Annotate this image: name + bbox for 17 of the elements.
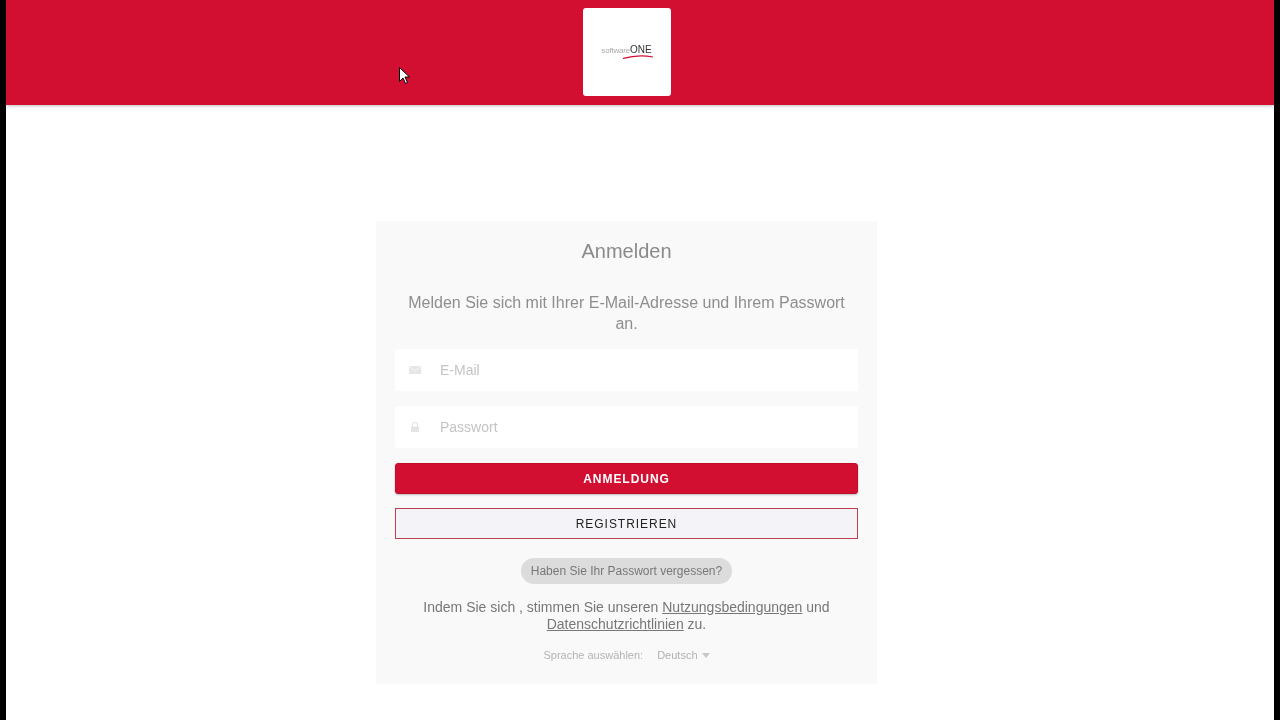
caret-icon [701, 652, 710, 658]
logo-text: softwareONE [601, 45, 652, 55]
register-button[interactable]: REGISTRIEREN [395, 508, 858, 539]
envelope-icon [409, 365, 421, 375]
login-button[interactable]: ANMELDUNG [395, 463, 858, 494]
login-instructions: Melden Sie sich mit Ihrer E-Mail-Adresse und Ihrem Passwort an. [407, 293, 846, 334]
login-title: Anmelden [580, 239, 673, 263]
email-field[interactable]: E-Mail [395, 349, 858, 391]
lock-icon [409, 422, 421, 432]
terms-text: Indem Sie sich , stimmen Sie unseren Nutzungsbedingungen und Datenschutzrichtlinien zu. [422, 599, 831, 633]
policy-link[interactable]: Nutzungsbedingungen [662, 599, 803, 615]
password-field[interactable]: Passwort [395, 406, 858, 448]
language-label: Sprache auswählen: [543, 648, 644, 663]
policy-link[interactable]: Datenschutzrichtlinien [546, 616, 684, 632]
pointer-cursor-icon [399, 67, 410, 84]
swoosh-icon [622, 55, 653, 59]
forgot-password-link[interactable]: Haben Sie Ihr Passwort vergessen? [520, 558, 733, 584]
